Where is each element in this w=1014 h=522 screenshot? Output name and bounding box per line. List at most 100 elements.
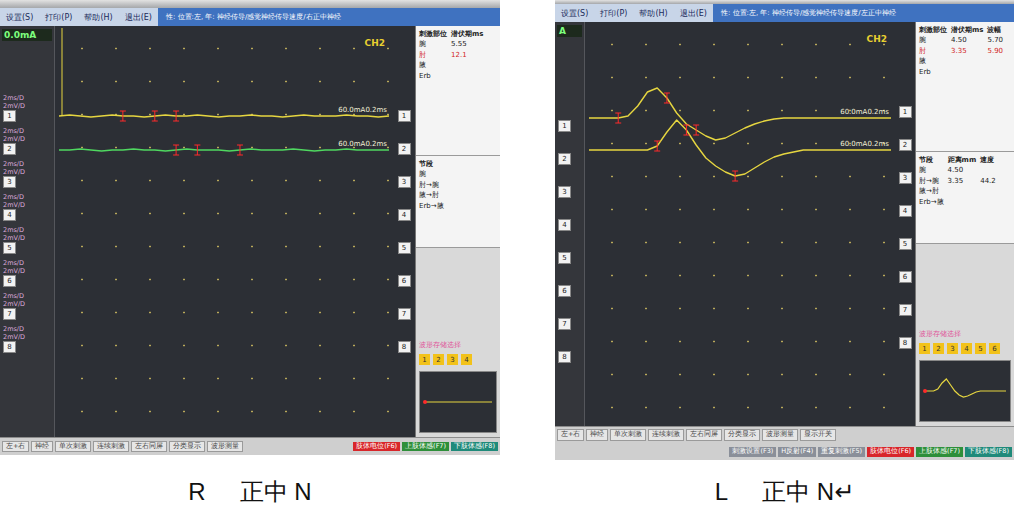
latency-marker[interactable] [683, 125, 689, 135]
channel-label: CH2 [867, 34, 887, 44]
latency-marker[interactable] [237, 145, 243, 155]
channel-number[interactable]: 2 [558, 153, 571, 165]
menu-item[interactable]: 退出(E) [119, 12, 158, 23]
toolbar-button[interactable]: 左+右 [557, 429, 584, 441]
trace-number-column: 1 2 3 4 5 6 7 8 [393, 26, 415, 437]
channel-sidebar: A12345678 [555, 22, 585, 426]
trace: 60.0mA0.2ms [59, 106, 389, 121]
table-cell: Erb→腋 [919, 198, 944, 206]
page-button[interactable]: 1 [919, 343, 930, 354]
channel-number[interactable]: 7 [558, 318, 571, 330]
scale-label: 2ms/D [3, 194, 24, 201]
latency-marker[interactable] [664, 93, 670, 103]
menu-item[interactable]: 打印(P) [39, 12, 78, 23]
latency-marker[interactable] [120, 111, 126, 121]
toolbar-button[interactable]: 连续刺激 [93, 441, 129, 453]
page-button[interactable]: 2 [933, 343, 944, 354]
menu-item[interactable]: 打印(P) [594, 8, 633, 19]
page-button[interactable]: 3 [947, 343, 958, 354]
page-button[interactable]: 1 [419, 354, 430, 365]
sidebar-row: 2 [555, 132, 584, 165]
table-header: 节段 [919, 156, 944, 164]
latency-marker[interactable] [654, 141, 660, 151]
toolbar-button[interactable]: 连续刺激 [648, 429, 684, 441]
function-key[interactable]: 刺激设置(F3) [729, 447, 776, 457]
toolbar-button[interactable]: 神经 [31, 441, 53, 453]
toolbar-button[interactable]: 神经 [586, 429, 608, 441]
channel-number[interactable]: 3 [3, 176, 16, 188]
page-button[interactable]: 3 [447, 354, 458, 365]
scale-label: 2mV/D [3, 334, 25, 341]
trace-number[interactable]: 6 [899, 271, 912, 283]
trace-number[interactable]: 5 [398, 242, 411, 254]
channel-number[interactable]: 8 [3, 341, 16, 353]
trace-number[interactable]: 3 [899, 172, 912, 184]
toolbar-button[interactable]: 波形测量 [207, 441, 243, 453]
table-cell: Erb [919, 68, 947, 76]
toolbar-button[interactable]: 单次刺激 [610, 429, 646, 441]
page-button[interactable]: 4 [961, 343, 972, 354]
function-key[interactable]: 重复刺激(F5) [818, 447, 865, 457]
trace-number[interactable]: 8 [899, 337, 912, 349]
function-key[interactable]: 下肢体感(F8) [451, 442, 498, 452]
function-key[interactable]: 下肢体感(F8) [965, 447, 1012, 457]
trace-number[interactable]: 7 [398, 308, 411, 320]
page-button[interactable]: 2 [433, 354, 444, 365]
menu-item[interactable]: 帮助(H) [633, 8, 673, 19]
toolbar-button[interactable]: 左+右 [2, 441, 29, 453]
function-key[interactable]: 肢体电位(F6) [867, 447, 914, 457]
trace-number[interactable]: 2 [398, 143, 411, 155]
channel-number[interactable]: 3 [558, 186, 571, 198]
trace-number[interactable]: 3 [398, 176, 411, 188]
latency-marker[interactable] [173, 145, 179, 155]
toolbar-button[interactable]: 显示开关 [800, 429, 836, 441]
latency-marker[interactable] [732, 171, 738, 181]
page-button[interactable]: 4 [461, 354, 472, 365]
menu-item[interactable]: 退出(E) [674, 8, 713, 19]
table-cell: 12.1 [451, 51, 483, 59]
latency-marker[interactable] [693, 125, 699, 135]
trace-number[interactable]: 1 [398, 110, 411, 122]
toolbar-button[interactable]: 单次刺激 [55, 441, 91, 453]
trace-number[interactable]: 2 [899, 139, 912, 151]
channel-number[interactable]: 6 [3, 275, 16, 287]
store-label: 波形存储选择 [416, 338, 500, 352]
function-key[interactable]: H反射(F4) [778, 447, 816, 457]
menu-item[interactable]: 设置(S) [0, 12, 39, 23]
function-key[interactable]: 上肢体感(F7) [402, 442, 449, 452]
function-key[interactable]: 上肢体感(F7) [916, 447, 963, 457]
trace-number[interactable]: 4 [398, 209, 411, 221]
toolbar-button[interactable]: 分类显示 [169, 441, 205, 453]
menu-item[interactable]: 帮助(H) [78, 12, 118, 23]
channel-number[interactable]: 4 [3, 209, 16, 221]
table-cell: 腋→肘 [919, 187, 944, 195]
toolbar-button[interactable]: 波形测量 [762, 429, 798, 441]
channel-number[interactable]: 4 [558, 219, 571, 231]
page-button[interactable]: 6 [989, 343, 1000, 354]
trace-number[interactable]: 7 [899, 304, 912, 316]
trace-number[interactable]: 5 [899, 238, 912, 250]
latency-marker[interactable] [152, 111, 158, 121]
table-cell [980, 187, 996, 195]
latency-marker[interactable] [173, 111, 179, 121]
trace-number[interactable]: 6 [398, 275, 411, 287]
toolbar-button[interactable]: 左右同屏 [686, 429, 722, 441]
trace-number[interactable]: 4 [899, 205, 912, 217]
page-button[interactable]: 5 [975, 343, 986, 354]
latency-marker[interactable] [615, 113, 621, 123]
function-key[interactable]: 肢体电位(F6) [353, 442, 400, 452]
toolbar-button[interactable]: 分类显示 [724, 429, 760, 441]
channel-number[interactable]: 1 [558, 120, 571, 132]
channel-number[interactable]: 8 [558, 351, 571, 363]
toolbar-button[interactable]: 左右同屏 [131, 441, 167, 453]
channel-number[interactable]: 5 [3, 242, 16, 254]
channel-number[interactable]: 5 [558, 252, 571, 264]
channel-number[interactable]: 1 [3, 110, 16, 122]
trace-number[interactable]: 1 [899, 106, 912, 118]
channel-number[interactable]: 7 [3, 308, 16, 320]
trace-number[interactable]: 8 [398, 341, 411, 353]
channel-number[interactable]: 2 [3, 143, 16, 155]
menu-item[interactable]: 设置(S) [555, 8, 594, 19]
channel-number[interactable]: 6 [558, 285, 571, 297]
latency-marker[interactable] [194, 145, 200, 155]
